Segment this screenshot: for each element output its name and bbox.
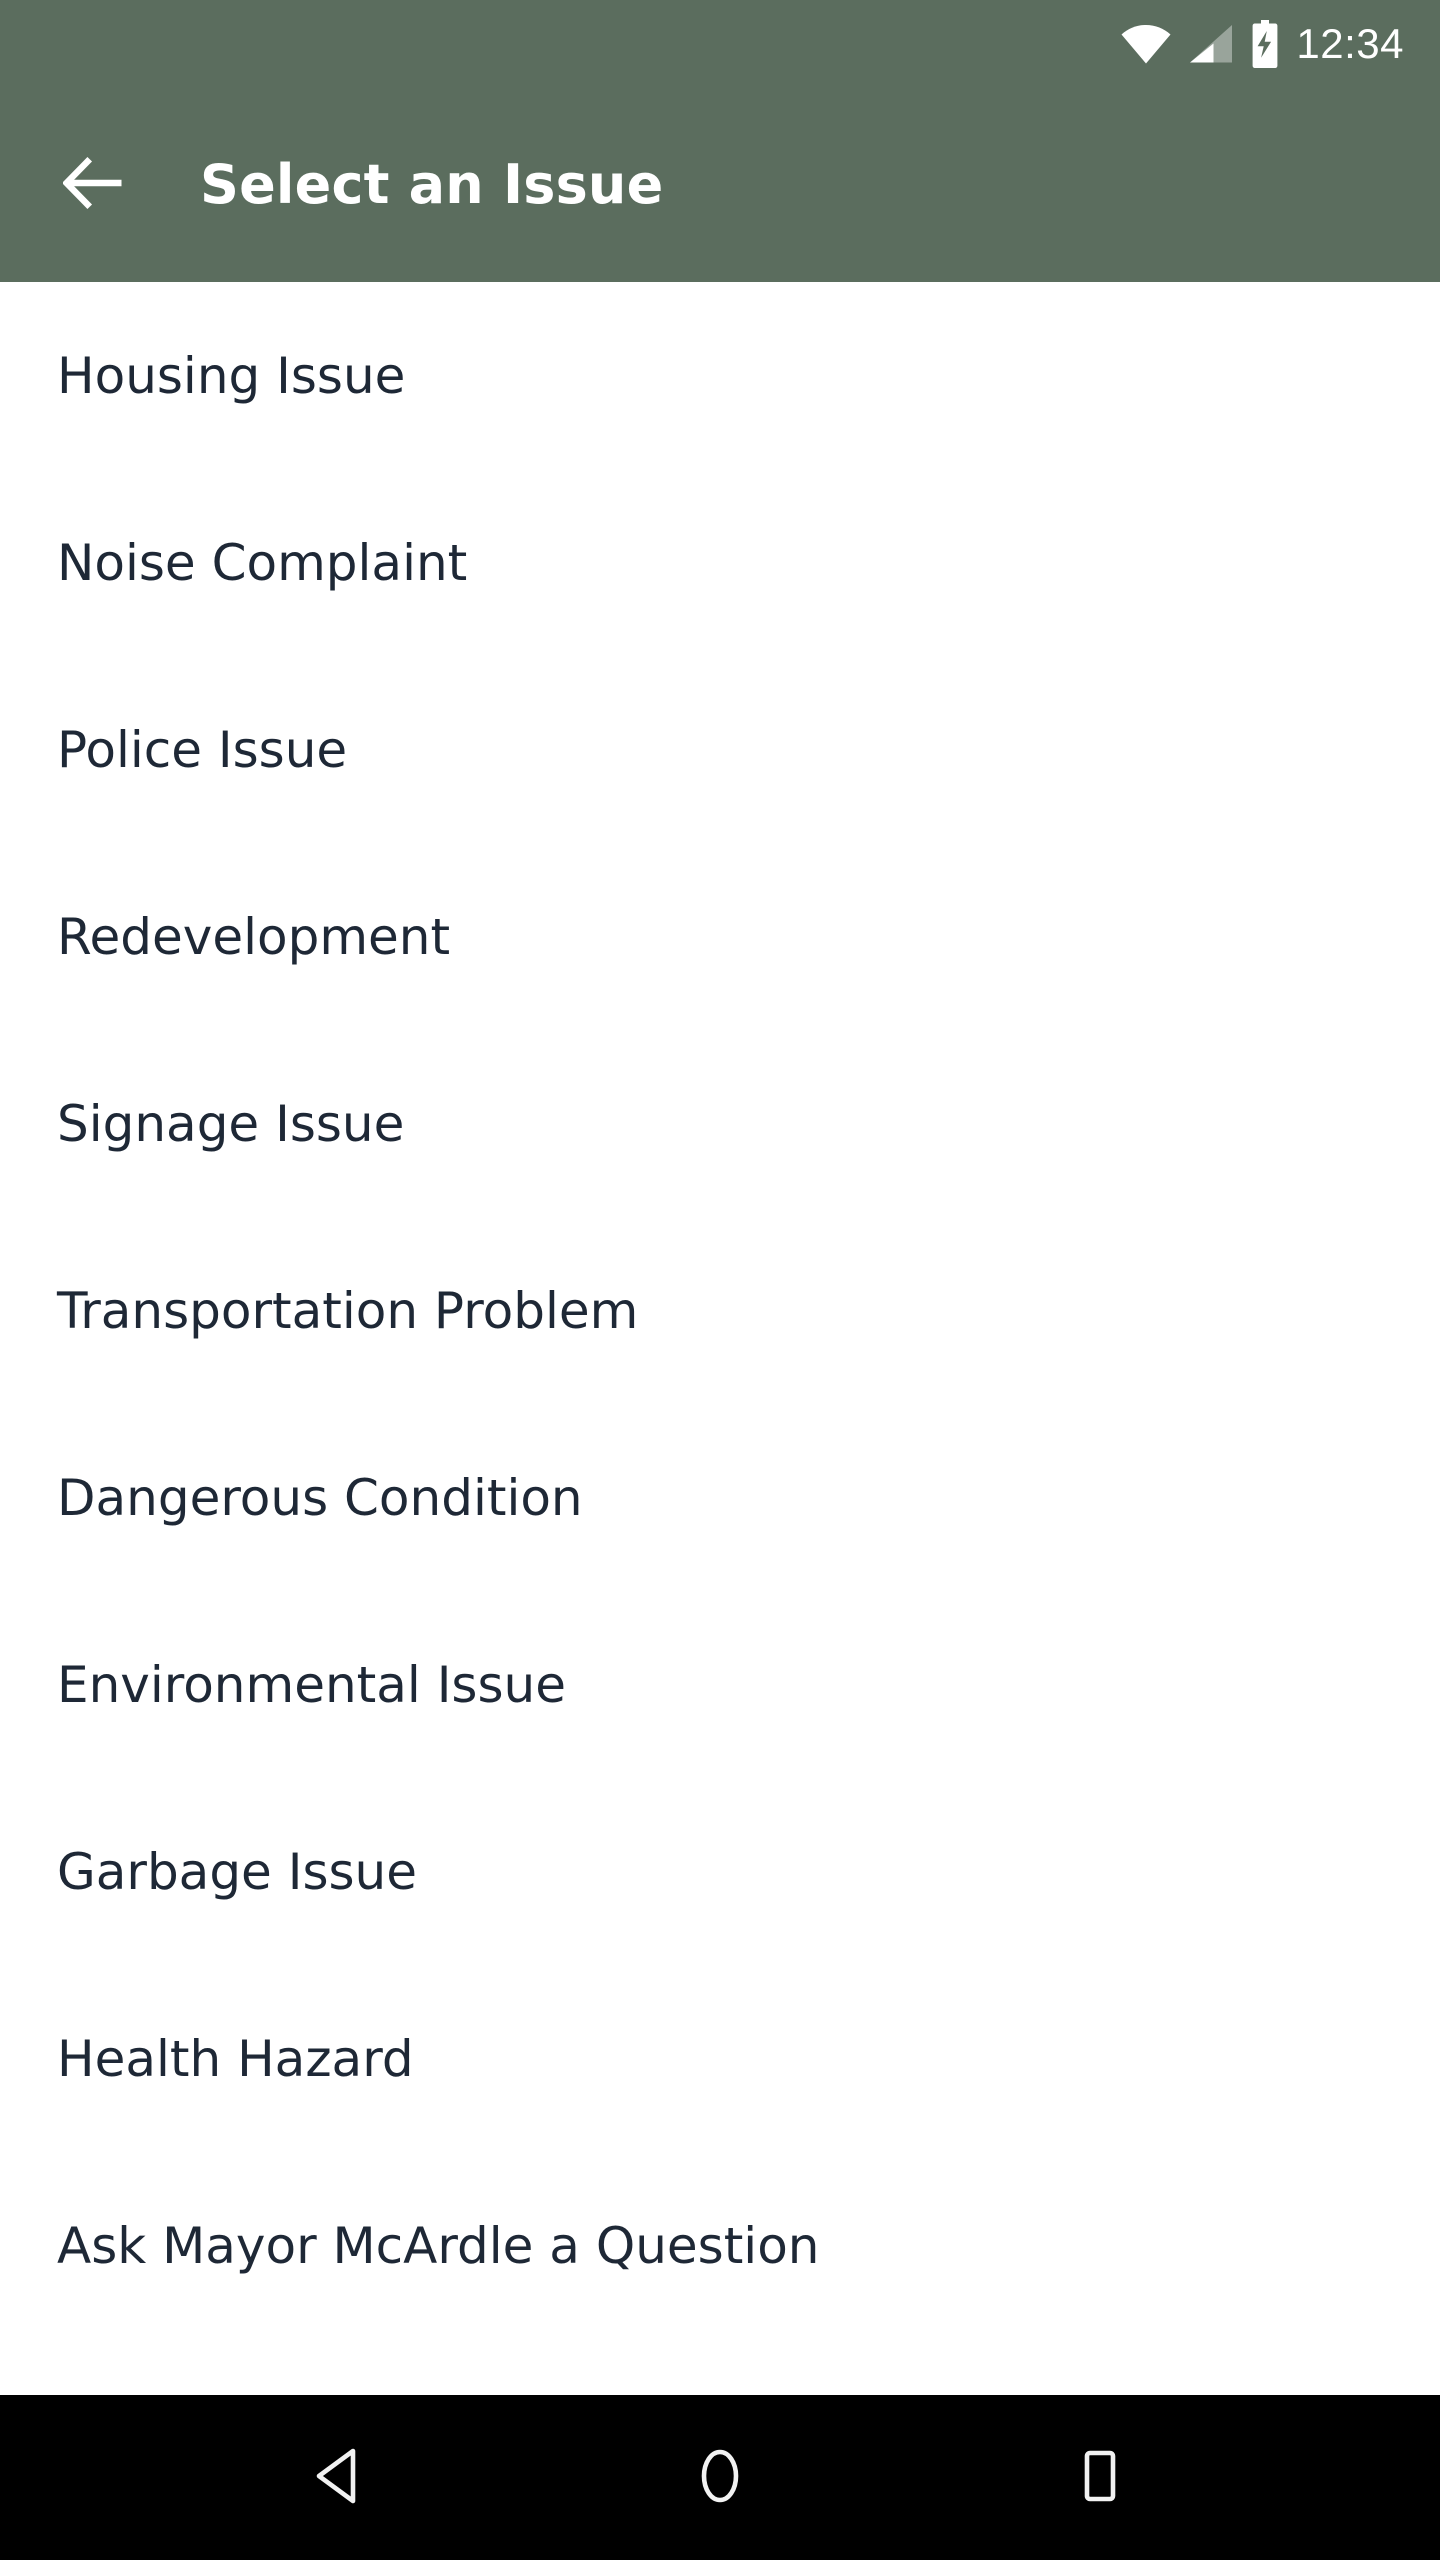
issue-list[interactable]: Housing Issue Noise Complaint Police Iss… [0,282,1440,2395]
list-item-label: Health Hazard [57,2029,414,2088]
list-item-label: Environmental Issue [57,1655,566,1714]
list-item-label: Police Issue [57,720,348,779]
list-item[interactable]: Health Hazard [0,1965,1440,2152]
android-navigation-bar [0,2395,1440,2560]
list-item[interactable]: Signage Issue [0,1030,1440,1217]
nav-recents-button[interactable] [1025,2418,1175,2538]
back-button[interactable] [38,129,150,241]
circle-icon [694,2445,746,2511]
list-item[interactable]: Dangerous Condition [0,1404,1440,1591]
square-icon [1075,2446,1125,2510]
list-item-label: Noise Complaint [57,533,468,592]
triangle-left-icon [313,2446,367,2510]
battery-charging-icon [1250,20,1280,68]
list-item[interactable]: Housing Issue [0,282,1440,469]
cellular-signal-icon [1188,24,1234,64]
list-item[interactable]: Ask Mayor McArdle a Question [0,2152,1440,2339]
list-item-label: Housing Issue [57,346,406,405]
arrow-left-icon [62,156,125,213]
list-item-label: Redevelopment [57,907,451,966]
list-item[interactable]: Police Issue [0,656,1440,843]
wifi-icon [1120,24,1172,64]
status-icon-group [1120,20,1280,68]
page-title: Select an Issue [200,153,664,216]
list-item-label: Transportation Problem [57,1281,639,1340]
list-item-label: Dangerous Condition [57,1468,583,1527]
list-item[interactable]: Environmental Issue [0,1591,1440,1778]
nav-home-button[interactable] [645,2418,795,2538]
list-item[interactable]: Noise Complaint [0,469,1440,656]
list-item[interactable]: Redevelopment [0,843,1440,1030]
app-bar: Select an Issue [0,88,1440,282]
status-bar: 12:34 [0,0,1440,88]
list-item-label: Ask Mayor McArdle a Question [57,2216,820,2275]
nav-back-button[interactable] [265,2418,415,2538]
list-item-label: Garbage Issue [57,1842,418,1901]
list-item[interactable]: Transportation Problem [0,1217,1440,1404]
phone-screen: 12:34 Select an Issue Housing Issue Nois… [0,0,1440,2560]
list-item-label: Signage Issue [57,1094,405,1153]
status-bar-clock: 12:34 [1296,20,1404,67]
list-item[interactable]: Garbage Issue [0,1778,1440,1965]
